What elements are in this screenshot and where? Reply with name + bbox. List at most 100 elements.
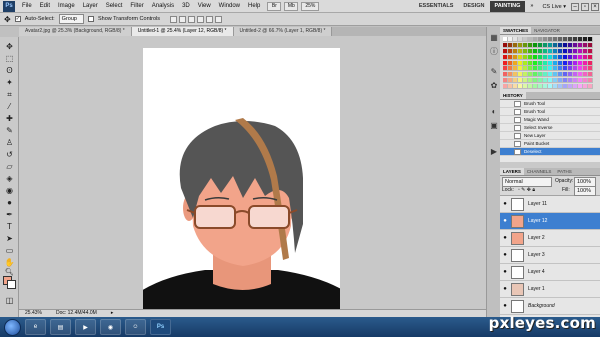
lock-icons[interactable]: ▫ ✎ ✥ 🔒︎ (518, 187, 535, 193)
tab-untitled-1[interactable]: Untitled-1 @ 25.4% (Layer 12, RGB/8) * (131, 27, 234, 36)
tab-navigator[interactable]: NAVIGATOR (531, 27, 563, 34)
align-bottom-icon[interactable] (188, 15, 196, 23)
swatch-cell[interactable] (588, 78, 593, 84)
menu-file[interactable]: File (18, 0, 36, 13)
swatch-cell[interactable] (588, 72, 593, 78)
eye-icon[interactable]: ● (502, 269, 508, 275)
workspace-more[interactable]: » (525, 1, 538, 12)
close-icon[interactable]: × (591, 2, 599, 11)
info-icon[interactable]: ⓘ (489, 47, 499, 57)
photoshop-taskbar-icon[interactable]: Ps (150, 319, 171, 335)
brush-tool-icon[interactable]: ✎ (4, 125, 15, 136)
layer-row[interactable]: ● Layer 11 (500, 196, 600, 213)
fill-input[interactable]: 100% (574, 186, 596, 196)
eye-icon[interactable]: ● (502, 235, 508, 241)
swatch-cell[interactable] (588, 54, 593, 60)
workspace-essentials[interactable]: ESSENTIALS (414, 1, 459, 12)
paint-bucket-tool-icon[interactable]: ◈ (4, 173, 15, 184)
history-item[interactable]: Brush Tool (500, 100, 600, 108)
type-tool-icon[interactable]: T (4, 221, 15, 232)
move-tool-icon[interactable]: ✥ (4, 15, 11, 24)
menu-layer[interactable]: Layer (79, 0, 102, 13)
tab-channels[interactable]: CHANNELS (524, 168, 555, 175)
menu-window[interactable]: Window (215, 0, 244, 13)
layer-row[interactable]: ● Layer 1 (500, 281, 600, 298)
swatch-cell[interactable] (588, 37, 593, 42)
styles-icon[interactable]: ▣ (489, 121, 499, 131)
eye-icon[interactable]: ● (502, 252, 508, 258)
adjustments-icon[interactable]: ◐ (489, 107, 499, 117)
swatch-cell[interactable] (588, 48, 593, 54)
menu-select[interactable]: Select (102, 0, 127, 13)
messenger-icon[interactable]: ☺ (125, 319, 146, 335)
layer-row[interactable]: ● Layer 12 (500, 213, 600, 230)
brushes-icon[interactable]: ✿ (489, 81, 499, 91)
bridge-button[interactable]: Br (267, 1, 282, 11)
auto-select-dropdown[interactable]: Group (58, 14, 84, 24)
eye-icon[interactable]: ● (502, 201, 508, 207)
history-item[interactable]: Select Inverse (500, 124, 600, 132)
maximize-icon[interactable]: ▫ (581, 2, 589, 11)
align-top-icon[interactable] (170, 15, 178, 23)
tab-paths[interactable]: PATHS (554, 168, 574, 175)
eye-icon[interactable]: ● (502, 218, 508, 224)
start-button-icon[interactable] (4, 318, 21, 336)
zoom-readout[interactable]: 25.43% (25, 310, 42, 317)
ie-icon[interactable]: e (25, 319, 46, 335)
dodge-tool-icon[interactable]: ● (4, 197, 15, 208)
align-middle-icon[interactable] (179, 15, 187, 23)
eye-icon[interactable]: ● (502, 303, 508, 309)
move-tool-icon[interactable]: ✥ (4, 41, 15, 52)
lasso-tool-icon[interactable]: ʘ (4, 65, 15, 76)
history-brush-tool-icon[interactable]: ↺ (4, 149, 15, 160)
media-player-icon[interactable]: ▶ (75, 319, 96, 335)
align-right-icon[interactable] (215, 15, 223, 23)
align-left-icon[interactable] (197, 15, 205, 23)
background-color-swatch[interactable] (7, 280, 16, 289)
auto-select-checkbox[interactable]: ✓ (14, 16, 21, 22)
history-item[interactable]: Brush Tool (500, 108, 600, 116)
swatch-grid[interactable] (500, 35, 600, 92)
blend-mode-dropdown[interactable]: Normal (502, 177, 552, 187)
history-item[interactable]: New Layer (500, 132, 600, 140)
zoom-level-button[interactable]: 25% (301, 1, 320, 11)
clone-stamp-tool-icon[interactable]: ♙ (4, 137, 15, 148)
menu-image[interactable]: Image (54, 0, 79, 13)
menu-help[interactable]: Help (244, 0, 264, 13)
tab-layers[interactable]: LAYERS (500, 168, 524, 175)
path-select-tool-icon[interactable]: ➤ (4, 233, 15, 244)
layer-row[interactable]: ● Background (500, 298, 600, 315)
eraser-tool-icon[interactable]: ▱ (4, 161, 15, 172)
swatch-cell[interactable] (588, 42, 593, 48)
document-canvas[interactable] (143, 48, 340, 313)
shape-tool-icon[interactable]: ▭ (4, 245, 15, 256)
cs-live-button[interactable]: CS Live ▾ (542, 4, 566, 10)
show-transform-checkbox[interactable] (87, 16, 94, 22)
eyedropper-tool-icon[interactable]: ⁄ (4, 101, 15, 112)
history-item[interactable]: Magic Wand (500, 116, 600, 124)
firefox-icon[interactable]: ◉ (100, 319, 121, 335)
pen-tool-icon[interactable]: ✒ (4, 209, 15, 220)
crop-tool-icon[interactable]: ⌗ (4, 89, 15, 100)
layer-row[interactable]: ● Layer 4 (500, 264, 600, 281)
workspace-design[interactable]: DESIGN (458, 1, 489, 12)
magic-wand-tool-icon[interactable]: ✦ (4, 77, 15, 88)
actions-icon[interactable]: ▶ (489, 147, 499, 157)
menu-analysis[interactable]: Analysis (148, 0, 178, 13)
menu-view[interactable]: View (194, 0, 215, 13)
swatch-cell[interactable] (588, 84, 593, 89)
history-item[interactable]: Paint Bucket (500, 140, 600, 148)
eye-icon[interactable]: ● (502, 286, 508, 292)
tab-untitled-2[interactable]: Untitled-2 @ 66.7% (Layer 1, RGB/8) * (233, 27, 333, 36)
swatch-cell[interactable] (588, 66, 593, 72)
minibridge-button[interactable]: Mb (284, 1, 299, 11)
menu-edit[interactable]: Edit (36, 0, 54, 13)
history-item[interactable]: Deselect (500, 148, 600, 156)
minimize-icon[interactable]: – (571, 2, 579, 11)
histogram-icon[interactable]: ▦ (489, 33, 499, 43)
align-center-icon[interactable] (206, 15, 214, 23)
tab-history[interactable]: HISTORY (500, 92, 526, 99)
menu-filter[interactable]: Filter (126, 0, 147, 13)
tab-avatar2[interactable]: Avatar2.jpg @ 25.3% (Background, RGB/8) … (19, 27, 132, 36)
blur-tool-icon[interactable]: ◉ (4, 185, 15, 196)
